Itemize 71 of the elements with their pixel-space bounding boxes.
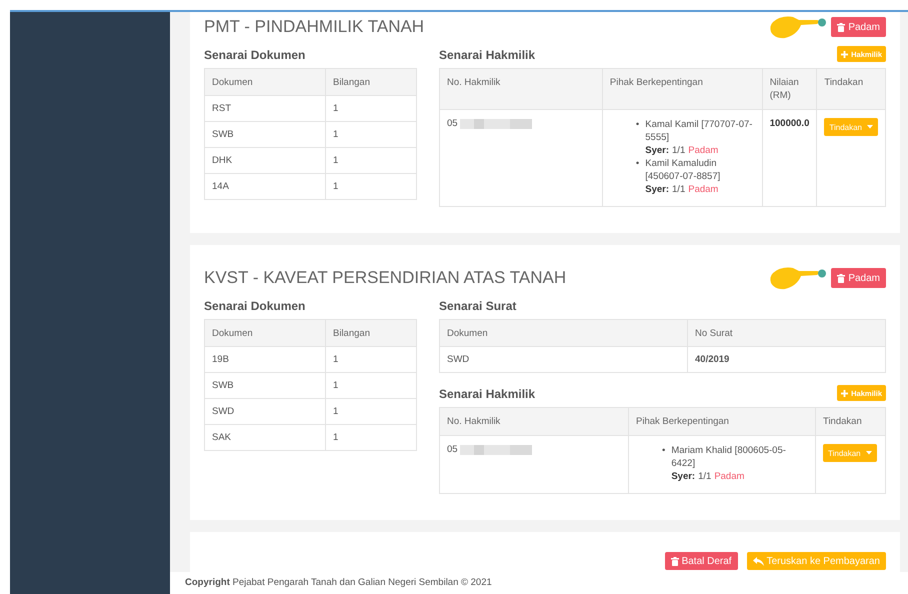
table-cell: RST: [204, 96, 326, 122]
table-cell: SWD: [440, 346, 688, 372]
table-cell: DHK: [204, 148, 326, 174]
party-name: Kamil Kamaludin [450607-07-8857]: [645, 158, 720, 182]
remove-link[interactable]: Padam: [714, 471, 744, 482]
plus-icon: [841, 50, 848, 58]
title-number: 05: [447, 118, 458, 129]
bullet: •: [636, 157, 640, 171]
subsection-heading: Senarai Dokumen: [204, 298, 306, 315]
remove-link[interactable]: Padam: [688, 184, 718, 195]
table-cell: SWB: [204, 372, 326, 398]
table-cell: 1: [326, 96, 416, 122]
table-cell: 1: [326, 174, 416, 200]
column-header: Nilaian (RM): [762, 68, 817, 110]
delete-button[interactable]: Padam: [831, 268, 886, 288]
table-cell: 1: [326, 346, 416, 372]
cancel-draft-button[interactable]: Batal Deraf: [664, 552, 738, 570]
column-header: Tindakan: [816, 68, 886, 110]
table-cell: 1: [326, 424, 416, 450]
table-cell: 1: [326, 122, 416, 148]
column-header: Tindakan: [816, 408, 886, 436]
table-cell: 1: [326, 398, 416, 424]
table-cell: 14A: [204, 174, 326, 200]
share-value: 1/1: [672, 145, 686, 156]
proceed-button[interactable]: Teruskan ke Pembayaran: [746, 552, 886, 570]
bullet: •: [662, 444, 666, 458]
party-name: Mariam Khalid [800605-05-6422]: [671, 445, 786, 469]
column-header: Dokumen: [440, 320, 688, 346]
column-header: No. Hakmilik: [440, 408, 628, 436]
table-cell: 1: [326, 372, 416, 398]
trash-icon: [670, 556, 679, 566]
action-dropdown-button[interactable]: Tindakan: [824, 118, 878, 136]
action-dropdown-button[interactable]: Tindakan: [823, 444, 877, 462]
caret-icon: [867, 125, 873, 129]
subsection-heading: Senarai Surat: [439, 298, 518, 315]
bullet: •: [636, 118, 640, 132]
title-number: 05: [447, 444, 458, 455]
plus-icon: [841, 390, 848, 396]
trash-icon: [837, 274, 846, 282]
share-label: Syer:: [671, 471, 696, 482]
table-cell: SWD: [204, 398, 326, 424]
column-header: Pihak Berkepentingan: [628, 408, 816, 436]
reply-arrow-icon: [752, 556, 764, 566]
table-cell: SWB: [204, 122, 326, 148]
footer-text: Copyright Pejabat Pengarah Tanah dan Galian Negeri Sembilan © 2021: [170, 572, 908, 594]
column-header: Dokumen: [204, 320, 326, 346]
remove-link[interactable]: Padam: [688, 145, 718, 156]
column-header: Dokumen: [204, 68, 326, 96]
subsection-heading: Senarai Dokumen: [204, 47, 306, 64]
table-cell: 19B: [204, 346, 326, 372]
share-value: 1/1: [698, 471, 712, 482]
caret-icon: [866, 451, 872, 455]
section-title: KVST - KAVEAT PERSENDIRIAN ATAS TANAH: [204, 268, 568, 288]
share-label: Syer:: [645, 184, 670, 195]
share-label: Syer:: [645, 145, 670, 156]
subsection-heading: Senarai Hakmilik: [439, 386, 536, 403]
column-header: Pihak Berkepentingan: [602, 68, 762, 110]
column-header: No. Hakmilik: [440, 68, 602, 110]
party-name: Kamal Kamil [770707-07-5555]: [645, 119, 752, 143]
table-cell: SAK: [204, 424, 326, 450]
delete-button[interactable]: Padam: [831, 17, 886, 37]
trash-icon: [837, 22, 846, 32]
column-header: No Surat: [688, 320, 886, 346]
column-header: Bilangan: [326, 320, 416, 346]
column-header: Bilangan: [326, 68, 416, 96]
section-title: PMT - PINDAHMILIK TANAH: [204, 17, 426, 37]
table-cell: 40/2019: [688, 346, 886, 372]
value-text: 100000.0: [770, 118, 810, 129]
share-value: 1/1: [672, 184, 686, 195]
table-cell: 1: [326, 148, 416, 174]
subsection-heading: Senarai Hakmilik: [439, 47, 536, 64]
